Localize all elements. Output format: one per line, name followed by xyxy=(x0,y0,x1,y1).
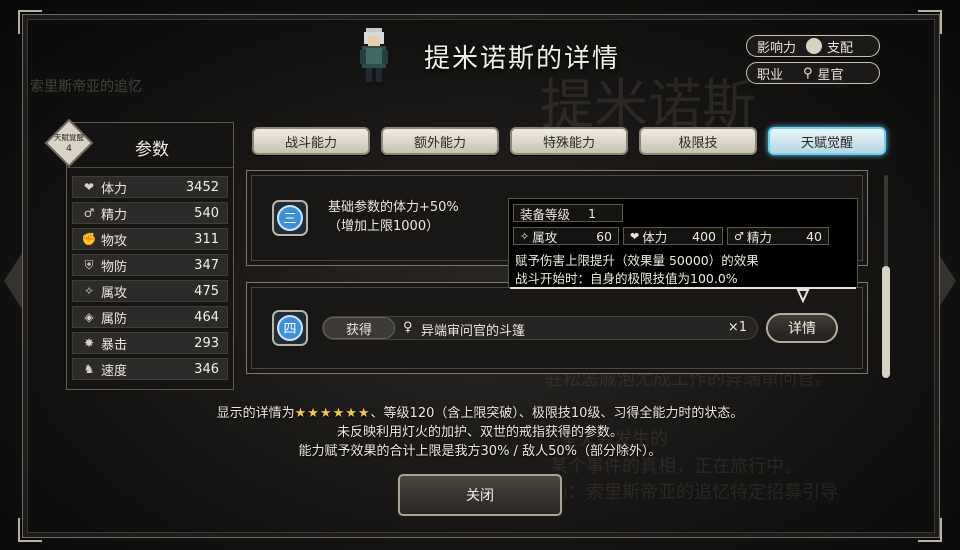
tier-3-label: 三 xyxy=(283,212,296,227)
star-rating: ★★★★★★ xyxy=(294,406,371,421)
tooltip-stat-elem-atk: ✧ 属攻 60 xyxy=(513,227,619,245)
job-box: 职业 ⚲ 星官 xyxy=(746,62,880,84)
frame-corner xyxy=(18,10,42,34)
wand-icon: ✧ xyxy=(520,229,530,243)
heart-icon: ❤ xyxy=(630,229,640,243)
critical-icon: ✸ xyxy=(83,336,95,350)
stat-label: 体力 xyxy=(101,181,128,197)
tab-special-abilities[interactable]: 特殊能力 xyxy=(510,127,628,155)
tooltip-stat-hp: ❤ 体力 400 xyxy=(623,227,723,245)
tooltip-effect-2: 战斗开始时：自身的极限技值为100.0% xyxy=(515,271,738,286)
stat-row-elem-def: ◈ 属防 464 xyxy=(72,306,228,328)
footer-note-2: 未反映利用灯火的加护、双世的戒指获得的参数。 xyxy=(336,425,623,440)
stat-label: 速度 xyxy=(101,363,128,379)
elemental-shield-icon: ◈ xyxy=(84,310,94,324)
stat-label: 物攻 xyxy=(101,233,128,249)
tooltip-equip-label: 装备等级 xyxy=(520,206,571,222)
stat-value: 464 xyxy=(194,309,219,325)
sp-icon: ♂ xyxy=(734,229,744,243)
dominance-icon xyxy=(806,38,823,54)
stat-value: 347 xyxy=(194,257,219,273)
tooltip-stat-value: 40 xyxy=(806,228,822,244)
awakening-3-description: 基础参数的体力+50% （增加上限1000） xyxy=(328,198,459,236)
tab-ultimate[interactable]: 极限技 xyxy=(639,127,757,155)
footer-note-1: 显示的详情为★★★★★★、等级120（含上限突破）、极限技10级、习得全能力时的… xyxy=(0,402,960,421)
page-title: 提米诺斯的详情 xyxy=(424,44,621,74)
tooltip-stat-label: 体力 xyxy=(642,229,668,245)
boot-icon: ♞ xyxy=(83,362,95,376)
stat-row-hp: ❤ 体力 3452 xyxy=(72,176,228,198)
footer-note-1-suffix: 、等级120（含上限突破）、极限技10级、习得全能力时的状态。 xyxy=(370,406,744,421)
scrollbar-thumb[interactable] xyxy=(882,266,890,378)
stat-value: 475 xyxy=(194,283,219,299)
stat-row-sp: ♂ 精力 540 xyxy=(72,202,228,224)
staff-icon: ⚲ xyxy=(803,65,813,81)
stat-value: 3452 xyxy=(185,179,219,195)
stat-label: 暴击 xyxy=(101,337,128,353)
tier-4-label: 四 xyxy=(283,322,296,337)
accessory-icon: ♀ xyxy=(403,320,413,335)
tooltip-stat-label: 属攻 xyxy=(532,229,558,245)
equipment-tooltip: 装备等级 1 ✧ 属攻 60 ❤ 体力 400 ♂ 精力 40 赋予伤害上限提升… xyxy=(508,198,858,288)
influence-value: 支配 xyxy=(827,40,854,56)
obtain-label: 获得 xyxy=(323,317,395,339)
stat-value: 540 xyxy=(194,205,219,221)
frame-corner xyxy=(18,518,42,542)
tooltip-pointer-icon xyxy=(796,289,810,304)
obtain-item-name: 异端审问官的斗篷 xyxy=(421,324,526,339)
footer-note-3: 能力赋予效果的合计上限是我方30% / 敌人50%（部分除外）。 xyxy=(298,444,662,459)
tooltip-equip-value: 1 xyxy=(588,205,596,221)
tooltip-stat-label: 精力 xyxy=(746,229,772,245)
detail-button[interactable]: 详情 xyxy=(766,313,838,343)
character-portrait xyxy=(360,28,388,86)
influence-box: 影响力 支配 xyxy=(746,35,880,57)
stat-row-elem-atk: ✧ 属攻 475 xyxy=(72,280,228,302)
tier-4-icon: 四 xyxy=(272,310,308,346)
footer-note-1-prefix: 显示的详情为 xyxy=(216,406,295,421)
obtain-item-count: ×1 xyxy=(727,320,747,335)
awakening-3-line1: 基础参数的体力+50% xyxy=(328,200,459,215)
stat-row-speed: ♞ 速度 346 xyxy=(72,358,228,380)
awakening-badge: 天賦覚醒 4 xyxy=(44,118,94,168)
tier-3-icon: 三 xyxy=(272,200,308,236)
awakening-badge-level: 4 xyxy=(66,144,72,154)
tooltip-stat-sp: ♂ 精力 40 xyxy=(727,227,829,245)
tooltip-equip-level: 装备等级 1 xyxy=(513,204,623,222)
frame-corner xyxy=(918,10,942,34)
stat-value: 311 xyxy=(194,231,219,247)
tab-battle-abilities[interactable]: 战斗能力 xyxy=(252,127,370,155)
tooltip-stat-value: 60 xyxy=(596,228,612,244)
stat-value: 346 xyxy=(194,361,219,377)
stat-row-critical: ✸ 暴击 293 xyxy=(72,332,228,354)
awakening-3-line2: （增加上限1000） xyxy=(328,219,440,234)
frame-corner xyxy=(918,518,942,542)
tab-talent-awakening[interactable]: 天赋觉醒 xyxy=(768,127,886,155)
stat-label: 精力 xyxy=(101,207,128,223)
stat-label: 物防 xyxy=(101,259,128,275)
sp-icon: ♂ xyxy=(83,206,95,220)
tab-extra-abilities[interactable]: 额外能力 xyxy=(381,127,499,155)
fist-icon: ✊ xyxy=(81,232,97,246)
tooltip-effect-1: 赋予伤害上限提升（效果量 50000）的效果 xyxy=(515,253,759,268)
stat-value: 293 xyxy=(194,335,219,351)
job-label: 职业 xyxy=(757,67,784,83)
close-button[interactable]: 关闭 xyxy=(398,474,562,516)
stat-row-phys-def: ⛨ 物防 347 xyxy=(72,254,228,276)
awakening-badge-label: 天賦覚醒 xyxy=(54,132,84,142)
obtain-item-bar: 获得 ♀ 异端审问官的斗篷 ×1 xyxy=(322,316,758,340)
job-value: 星官 xyxy=(817,67,844,83)
heart-icon: ❤ xyxy=(83,180,95,194)
influence-label: 影响力 xyxy=(757,40,797,56)
wand-icon: ✧ xyxy=(83,284,95,298)
stat-row-phys-atk: ✊ 物攻 311 xyxy=(72,228,228,250)
shield-icon: ⛨ xyxy=(84,257,94,272)
stat-label: 属攻 xyxy=(101,285,128,301)
stat-label: 属防 xyxy=(101,311,128,327)
tooltip-stat-value: 400 xyxy=(692,228,716,244)
parameter-panel-title: 参数 xyxy=(135,140,169,160)
